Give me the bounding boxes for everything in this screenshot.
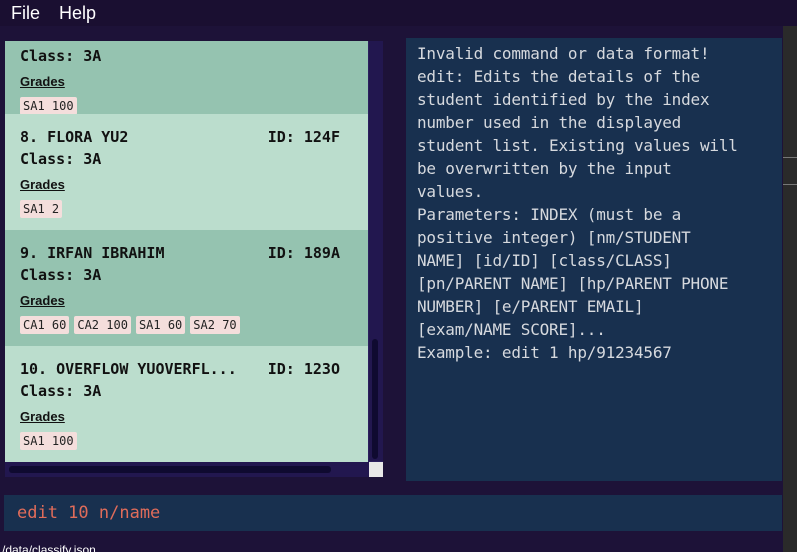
student-card[interactable]: 10. OVERFLOW YUOVERFL... ID: 123O Class:… [5, 346, 368, 462]
grade-tag: SA2 70 [190, 316, 240, 334]
vertical-scroll-thumb[interactable] [372, 339, 378, 459]
result-display: Invalid command or data format! edit: Ed… [406, 38, 782, 481]
grades-label: Grades [20, 74, 65, 89]
file-menu[interactable]: File [11, 3, 40, 24]
grade-tags: SA1 100 [20, 97, 77, 115]
window-edge [783, 26, 797, 552]
grade-tags: CA1 60 CA2 100 SA1 60 SA2 70 [20, 316, 240, 334]
student-class: Class: 3A [20, 150, 102, 168]
scrollbar-corner [369, 462, 383, 477]
grade-tag: SA1 60 [135, 316, 186, 334]
student-card[interactable]: 9. IRFAN IBRAHIM ID: 189A Class: 3A Grad… [5, 230, 368, 346]
command-input[interactable]: edit 10 n/name [4, 495, 782, 531]
grade-tag: CA2 100 [74, 316, 131, 334]
student-card[interactable]: 8. FLORA YU2 ID: 124F Class: 3A Grades S… [5, 114, 368, 230]
student-class: Class: 3A [20, 382, 102, 400]
grade-tags: SA1 2 [20, 200, 63, 218]
student-name: 10. OVERFLOW YUOVERFL... [20, 360, 237, 378]
grade-tag: SA1 2 [20, 200, 63, 218]
menu-bar: File Help [0, 0, 797, 26]
grades-label: Grades [20, 177, 65, 192]
grade-tag: SA1 100 [20, 97, 77, 115]
vertical-scrollbar[interactable] [369, 41, 383, 461]
student-id: ID: 189A [267, 244, 340, 262]
grades-label: Grades [20, 293, 65, 308]
student-id: ID: 124F [267, 128, 340, 146]
student-name: 8. FLORA YU2 [20, 128, 129, 146]
student-class: Class: 3A [20, 266, 102, 284]
horizontal-scroll-thumb[interactable] [9, 466, 331, 473]
student-list-panel[interactable]: Class: 3A Grades SA1 100 8. FLORA YU2 ID… [5, 41, 383, 477]
student-class: Class: 3A [20, 47, 102, 65]
help-menu[interactable]: Help [59, 3, 96, 24]
grade-tag: SA1 100 [20, 432, 77, 450]
save-location: /data/classify.json [2, 543, 96, 552]
horizontal-scrollbar[interactable] [5, 462, 369, 477]
grade-tags: SA1 100 [20, 432, 77, 450]
student-id: ID: 123O [267, 360, 340, 378]
student-name: 9. IRFAN IBRAHIM [20, 244, 165, 262]
status-bar: /data/classify.json [0, 542, 797, 552]
grades-label: Grades [20, 409, 65, 424]
grade-tag: CA1 60 [20, 316, 70, 334]
